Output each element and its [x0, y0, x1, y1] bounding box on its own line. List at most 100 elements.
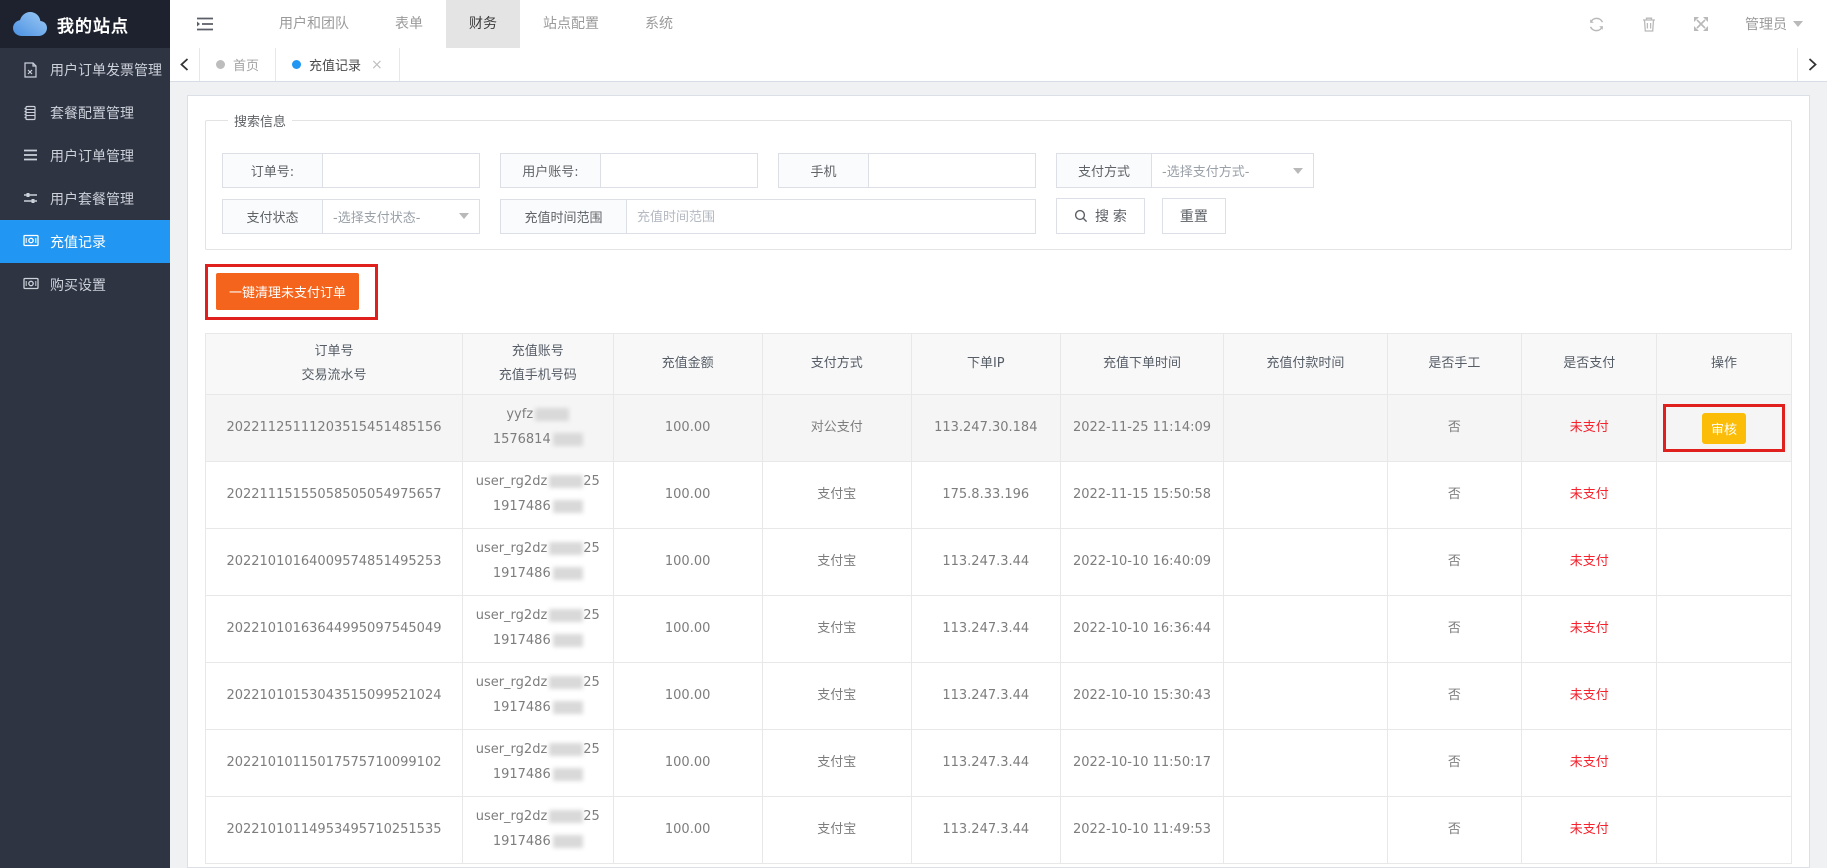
- cell-action: [1657, 730, 1792, 797]
- purchase-settings-icon: [23, 277, 39, 293]
- unpaid-status: 未支付: [1570, 554, 1609, 569]
- cell-manual: 否: [1387, 462, 1522, 529]
- cell-ip: 113.247.3.44: [911, 730, 1060, 797]
- cell-order-time: 2022-11-15 15:50:58: [1060, 462, 1223, 529]
- top-menu-1[interactable]: 表单: [372, 0, 446, 48]
- recharge-records-card: 搜索信息 订单号: 用户账号: 手机 支付方式: [187, 95, 1810, 868]
- cell-ip: 113.247.3.44: [911, 596, 1060, 663]
- package-config-icon: [23, 105, 39, 121]
- column-header-5: 充值下单时间: [1060, 334, 1223, 395]
- pay-status-group: 支付状态 -选择支付状态-: [222, 199, 480, 234]
- column-header-2: 充值金额: [613, 334, 762, 395]
- audit-button[interactable]: 审核: [1702, 413, 1746, 444]
- user-account-input[interactable]: [601, 154, 757, 187]
- top-menu-4[interactable]: 系统: [622, 0, 696, 48]
- column-header-1: 充值账号充值手机号码: [462, 334, 613, 395]
- sidebar-item-4[interactable]: 充值记录: [0, 220, 170, 263]
- annotation-rect-audit-button: 审核: [1663, 404, 1785, 452]
- refresh-icon[interactable]: [1588, 16, 1605, 33]
- time-range-group: 充值时间范围: [500, 199, 1036, 234]
- pay-status-label: 支付状态: [223, 200, 323, 233]
- cell-method: 支付宝: [762, 462, 911, 529]
- cell-action: [1657, 663, 1792, 730]
- clear-unpaid-orders-button[interactable]: 一键清理未支付订单: [216, 273, 359, 310]
- cell-account: user_rg2dz251917486: [462, 529, 613, 596]
- cell-ip: 113.247.3.44: [911, 663, 1060, 730]
- search-panel: 搜索信息 订单号: 用户账号: 手机 支付方式: [205, 111, 1792, 250]
- order-no-group: 订单号:: [222, 153, 480, 188]
- tab-dot-icon: [292, 60, 301, 69]
- collapse-menu-icon[interactable]: [196, 16, 214, 32]
- tab-dot-icon: [216, 60, 225, 69]
- table-header-row: 订单号交易流水号充值账号充值手机号码充值金额支付方式下单IP充值下单时间充值付款…: [206, 334, 1792, 395]
- chevron-down-icon: [459, 213, 469, 219]
- column-header-9: 操作: [1657, 334, 1792, 395]
- sidebar-item-0[interactable]: 用户订单发票管理: [0, 48, 170, 91]
- sidebar-item-2[interactable]: 用户订单管理: [0, 134, 170, 177]
- annotation-rect-clear-button: 一键清理未支付订单: [205, 264, 378, 320]
- sidebar-item-1[interactable]: 套餐配置管理: [0, 91, 170, 134]
- cell-order-no: 20221010164009574851495253: [206, 529, 463, 596]
- tab-1[interactable]: 充值记录×: [276, 48, 400, 81]
- table-row: 20221010114953495710251535user_rg2dz2519…: [206, 797, 1792, 864]
- tabs-scroll-left-icon[interactable]: [170, 48, 200, 81]
- column-header-7: 是否手工: [1387, 334, 1522, 395]
- time-range-input[interactable]: [627, 200, 1035, 233]
- pay-status-select[interactable]: -选择支付状态-: [323, 200, 479, 233]
- table-toolbar: 一键清理未支付订单: [205, 264, 1792, 320]
- redacted-text: [549, 676, 583, 689]
- order-no-input[interactable]: [323, 154, 479, 187]
- cell-paid: 未支付: [1522, 663, 1657, 730]
- user-menu[interactable]: 管理员: [1745, 14, 1803, 34]
- top-menu-0[interactable]: 用户和团队: [256, 0, 372, 48]
- recharge-record-icon: [23, 234, 39, 250]
- chevron-down-icon: [1793, 21, 1803, 27]
- cell-pay-time: [1224, 395, 1387, 462]
- cell-order-time: 2022-10-10 16:36:44: [1060, 596, 1223, 663]
- column-header-8: 是否支付: [1522, 334, 1657, 395]
- sidebar-nav: 用户订单发票管理套餐配置管理用户订单管理用户套餐管理充值记录购买设置: [0, 48, 170, 306]
- invoice-file-icon: [23, 62, 39, 78]
- cell-method: 支付宝: [762, 797, 911, 864]
- pay-method-label: 支付方式: [1057, 154, 1152, 187]
- user-account-group: 用户账号:: [500, 153, 758, 188]
- cell-account: user_rg2dz251917486: [462, 663, 613, 730]
- cell-order-time: 2022-10-10 11:49:53: [1060, 797, 1223, 864]
- tab-0[interactable]: 首页: [200, 48, 276, 81]
- fullscreen-icon[interactable]: [1693, 16, 1709, 32]
- cell-account: yyfz1576814: [462, 395, 613, 462]
- cell-paid: 未支付: [1522, 395, 1657, 462]
- sidebar-item-3[interactable]: 用户套餐管理: [0, 177, 170, 220]
- cell-paid: 未支付: [1522, 596, 1657, 663]
- trash-icon[interactable]: [1641, 16, 1657, 33]
- sidebar-item-label: 购买设置: [50, 275, 106, 295]
- reset-button[interactable]: 重置: [1162, 198, 1226, 234]
- top-menu-3[interactable]: 站点配置: [520, 0, 622, 48]
- tabs-scroll-right-icon[interactable]: [1797, 48, 1827, 81]
- close-icon[interactable]: ×: [371, 57, 383, 73]
- top-menu-2[interactable]: 财务: [446, 0, 520, 48]
- table-row: 20221010153043515099521024user_rg2dz2519…: [206, 663, 1792, 730]
- redacted-text: [553, 835, 583, 848]
- cell-pay-time: [1224, 797, 1387, 864]
- sidebar-item-5[interactable]: 购买设置: [0, 263, 170, 306]
- cell-action: [1657, 797, 1792, 864]
- phone-input[interactable]: [869, 154, 1035, 187]
- search-button[interactable]: 搜 索: [1056, 198, 1145, 234]
- cell-manual: 否: [1387, 663, 1522, 730]
- recharge-records-table: 订单号交易流水号充值账号充值手机号码充值金额支付方式下单IP充值下单时间充值付款…: [205, 333, 1792, 864]
- tab-bar: 首页充值记录×: [170, 48, 1827, 82]
- redacted-text: [549, 609, 583, 622]
- column-header-6: 充值付款时间: [1224, 334, 1387, 395]
- redacted-text: [549, 810, 583, 823]
- order-list-icon: [23, 148, 39, 164]
- cell-action: [1657, 529, 1792, 596]
- pay-method-select[interactable]: -选择支付方式-: [1152, 154, 1313, 187]
- user-menu-label: 管理员: [1745, 14, 1787, 34]
- cell-action: [1657, 596, 1792, 663]
- tab-label: 首页: [233, 55, 259, 74]
- phone-group: 手机: [778, 153, 1036, 188]
- sidebar-item-label: 用户套餐管理: [50, 189, 134, 209]
- cell-manual: 否: [1387, 797, 1522, 864]
- unpaid-status: 未支付: [1570, 420, 1609, 435]
